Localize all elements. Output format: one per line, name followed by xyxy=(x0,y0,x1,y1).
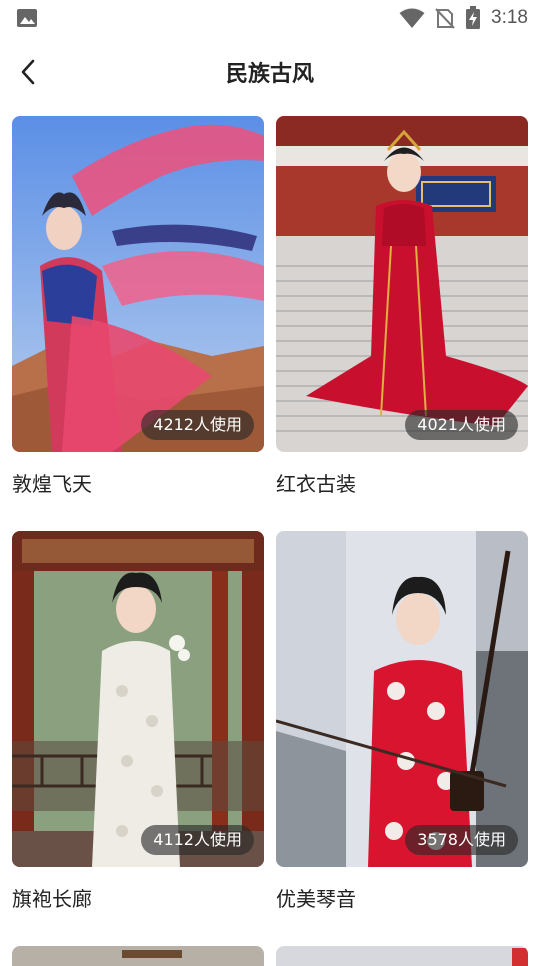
template-card-qipao-corridor[interactable]: 4112人使用 旗袍长廊 xyxy=(12,531,264,911)
template-name: 敦煌飞天 xyxy=(12,472,92,496)
template-card-next-left[interactable] xyxy=(12,946,264,966)
next-thumbnail-left xyxy=(12,946,264,966)
template-thumbnail: 4021人使用 xyxy=(276,116,528,452)
usage-count-badge: 4112人使用 xyxy=(141,825,254,855)
wifi-icon xyxy=(399,8,425,28)
template-card-erhu-music[interactable]: 3578人使用 优美琴音 xyxy=(276,531,528,911)
template-thumbnail: 3578人使用 xyxy=(276,531,528,867)
template-card-dunhuang[interactable]: 4212人使用 敦煌飞天 xyxy=(12,116,264,496)
template-thumbnail: 4212人使用 xyxy=(12,116,264,452)
next-thumbnail-right xyxy=(276,946,528,966)
no-sim-icon xyxy=(435,8,455,29)
template-card-red-costume[interactable]: 4021人使用 红衣古装 xyxy=(276,116,528,496)
erhu-music-image xyxy=(276,531,528,867)
template-name: 旗袍长廊 xyxy=(12,887,92,911)
usage-count-badge: 4021人使用 xyxy=(405,410,518,440)
template-name: 红衣古装 xyxy=(276,472,356,496)
red-costume-image xyxy=(276,116,528,452)
top-app-bar: 民族古风 xyxy=(0,48,540,96)
usage-count-badge: 4212人使用 xyxy=(141,410,254,440)
status-bar: 3:18 xyxy=(0,0,540,36)
gallery-icon xyxy=(17,9,37,27)
status-time: 3:18 xyxy=(491,7,528,28)
qipao-corridor-image xyxy=(12,531,264,867)
battery-charging-icon xyxy=(466,6,481,29)
template-card-next-right[interactable] xyxy=(276,946,528,966)
page-title: 民族古风 xyxy=(225,62,314,87)
usage-count-badge: 3578人使用 xyxy=(405,825,518,855)
dunhuang-feitian-image xyxy=(12,116,264,452)
template-name: 优美琴音 xyxy=(276,887,356,911)
template-thumbnail: 4112人使用 xyxy=(12,531,264,867)
